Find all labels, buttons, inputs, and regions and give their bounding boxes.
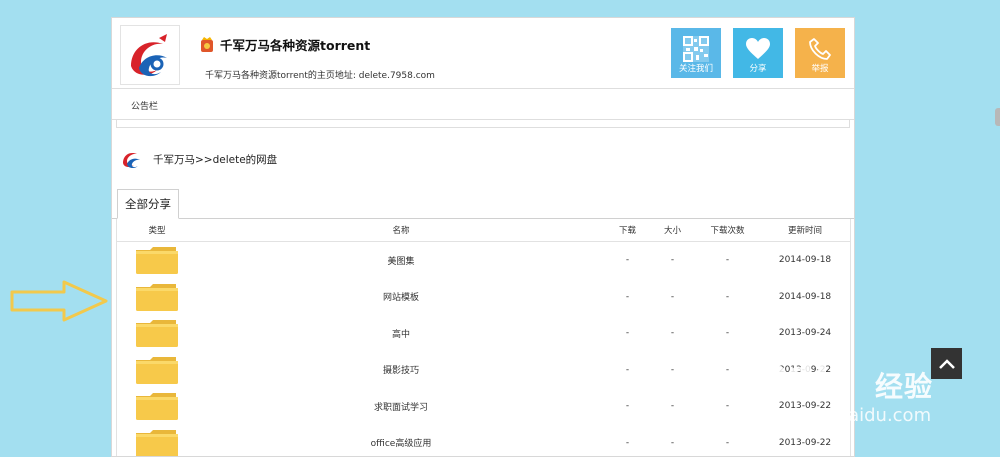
- file-name[interactable]: 高中: [197, 315, 605, 352]
- file-downloads: -: [605, 425, 650, 457]
- header-type: 类型: [117, 219, 197, 241]
- table-row[interactable]: 美图集 - - - 2014-09-18: [117, 242, 850, 279]
- file-updated: 2014-09-18: [760, 279, 850, 316]
- file-downloads: -: [605, 242, 650, 279]
- notice-label: 公告栏: [131, 99, 158, 112]
- table-row[interactable]: 求职面试学习 - - - 2013-09-22: [117, 388, 850, 425]
- file-name[interactable]: 美图集: [197, 242, 605, 279]
- folder-icon[interactable]: [134, 282, 180, 312]
- qrcode-icon: [683, 36, 709, 62]
- back-to-top-button[interactable]: [931, 348, 962, 379]
- folder-icon[interactable]: [134, 391, 180, 421]
- folder-icon[interactable]: [134, 318, 180, 348]
- notice-board: 公告栏: [112, 88, 854, 120]
- file-table: 类型 名称 下载 大小 下载次数 更新时间 美图集 - - - 2014-09-…: [116, 219, 851, 457]
- watermark-brand: 经验: [875, 365, 933, 405]
- file-downloads: -: [605, 279, 650, 316]
- share-label: 分享: [733, 62, 783, 74]
- watermark-mark: Bai: [757, 345, 828, 391]
- pointer-arrow-icon: [10, 280, 110, 322]
- follow-label: 关注我们: [671, 62, 721, 74]
- table-header: 类型 名称 下载 大小 下载次数 更新时间: [117, 219, 850, 242]
- file-downloads: -: [605, 352, 650, 389]
- file-size: -: [650, 352, 695, 389]
- file-download-count: -: [695, 425, 760, 457]
- edge-scroll-handle: [995, 108, 1000, 126]
- header-actions: 关注我们 分享 举报: [671, 28, 845, 78]
- site-logo[interactable]: [120, 25, 180, 85]
- file-name[interactable]: 求职面试学习: [197, 388, 605, 425]
- table-row[interactable]: 摄影技巧 - - - 2013-09-22: [117, 352, 850, 389]
- table-row[interactable]: office高级应用 - - - 2013-09-22: [117, 425, 850, 457]
- share-button[interactable]: 分享: [733, 28, 783, 78]
- breadcrumb-logo-icon: [121, 149, 145, 169]
- header-updated: 更新时间: [760, 219, 850, 241]
- site-title: 千军万马各种资源torrent: [220, 35, 370, 54]
- phone-icon: [809, 38, 831, 60]
- header: 千军万马各种资源torrent 千军万马各种资源torrent的主页地址: de…: [112, 18, 854, 88]
- folder-icon[interactable]: [134, 245, 180, 275]
- heart-icon: [746, 38, 770, 60]
- header-name: 名称: [197, 219, 605, 241]
- folder-icon[interactable]: [134, 428, 180, 457]
- file-downloads: -: [605, 388, 650, 425]
- homepage-address: 千军万马各种资源torrent的主页地址: delete.7958.com: [205, 68, 435, 81]
- chevron-up-icon: [938, 358, 956, 370]
- breadcrumb: 千军万马>>delete的网盘: [121, 149, 277, 169]
- file-name[interactable]: 网站模板: [197, 279, 605, 316]
- breadcrumb-text[interactable]: 千军万马>>delete的网盘: [153, 152, 277, 167]
- report-button[interactable]: 举报: [795, 28, 845, 78]
- notice-content: [116, 120, 850, 128]
- watermark-url: jingyan.baidu.com: [765, 405, 931, 426]
- badge-icon: [199, 36, 215, 54]
- table-row[interactable]: 高中 - - - 2013-09-24: [117, 315, 850, 352]
- header-download-count: 下载次数: [695, 219, 760, 241]
- file-download-count: -: [695, 388, 760, 425]
- file-name[interactable]: office高级应用: [197, 425, 605, 457]
- file-updated: 2014-09-18: [760, 242, 850, 279]
- main-panel: 千军万马各种资源torrent 千军万马各种资源torrent的主页地址: de…: [111, 17, 855, 457]
- file-size: -: [650, 279, 695, 316]
- tab-all-shares[interactable]: 全部分享: [117, 189, 179, 219]
- site-title-row: 千军万马各种资源torrent: [199, 35, 370, 54]
- header-size: 大小: [650, 219, 695, 241]
- table-row[interactable]: 网站模板 - - - 2014-09-18: [117, 279, 850, 316]
- file-download-count: -: [695, 242, 760, 279]
- report-label: 举报: [795, 62, 845, 74]
- file-size: -: [650, 315, 695, 352]
- file-download-count: -: [695, 279, 760, 316]
- file-name[interactable]: 摄影技巧: [197, 352, 605, 389]
- header-downloads: 下载: [605, 219, 650, 241]
- file-download-count: -: [695, 315, 760, 352]
- file-downloads: -: [605, 315, 650, 352]
- file-size: -: [650, 388, 695, 425]
- file-download-count: -: [695, 352, 760, 389]
- file-size: -: [650, 425, 695, 457]
- file-size: -: [650, 242, 695, 279]
- folder-icon[interactable]: [134, 355, 180, 385]
- tab-bar: 全部分享: [112, 189, 854, 219]
- follow-button[interactable]: 关注我们: [671, 28, 721, 78]
